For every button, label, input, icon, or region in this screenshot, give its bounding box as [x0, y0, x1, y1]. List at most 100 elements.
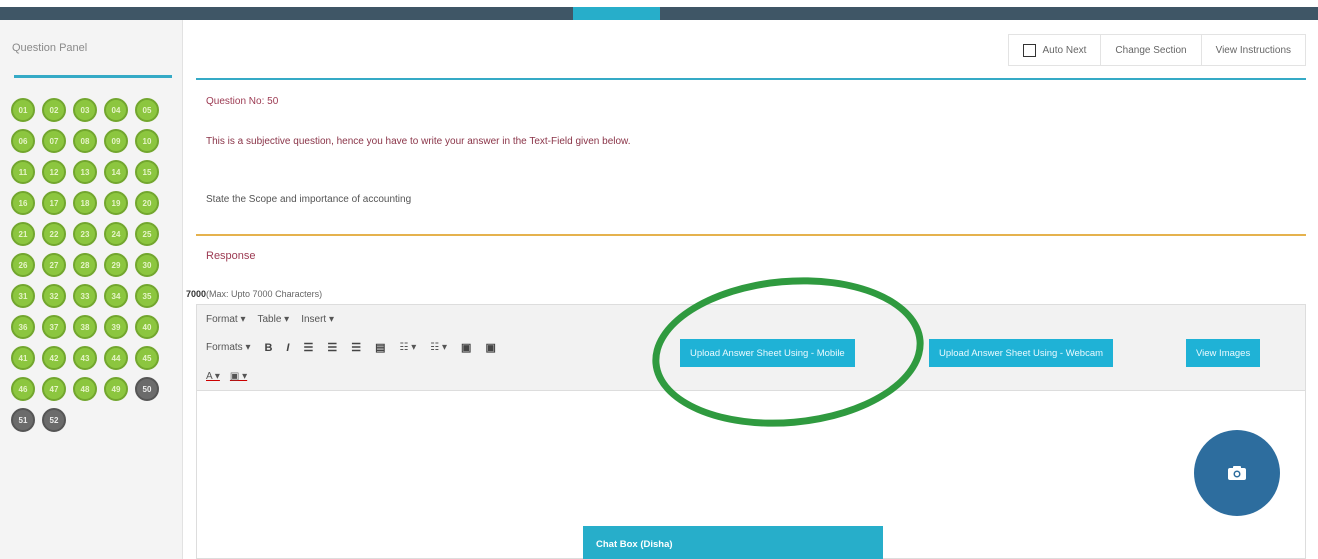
question-button[interactable]: 33	[73, 284, 97, 308]
question-button[interactable]: 36	[11, 315, 35, 339]
question-grid: 01 02 03 04 05 06 07 08 09 10 11 12 13 14 15 16 17 18 19 20…	[11, 98, 176, 439]
question-button[interactable]: 32	[42, 284, 66, 308]
character-counter: 7000(Max: Upto 7000 Characters)	[186, 289, 322, 299]
question-button[interactable]: 06	[11, 129, 35, 153]
question-button[interactable]: 09	[104, 129, 128, 153]
question-button[interactable]: 51	[11, 408, 35, 432]
auto-next-toggle[interactable]: Auto Next	[1007, 34, 1102, 66]
response-label: Response	[206, 250, 256, 262]
menu-format[interactable]: Format ▾	[206, 314, 245, 325]
question-button[interactable]: 12	[42, 160, 66, 184]
align-left-icon[interactable]: ☰	[303, 341, 313, 354]
indent-icon[interactable]: ▣	[485, 341, 495, 354]
question-button[interactable]: 17	[42, 191, 66, 215]
question-button[interactable]: 01	[11, 98, 35, 122]
auto-next-label: Auto Next	[1042, 44, 1087, 56]
question-button[interactable]: 39	[104, 315, 128, 339]
question-button[interactable]: 46	[11, 377, 35, 401]
question-button[interactable]: 35	[135, 284, 159, 308]
question-button[interactable]: 20	[135, 191, 159, 215]
question-button[interactable]: 26	[11, 253, 35, 277]
question-button[interactable]: 05	[135, 98, 159, 122]
chat-box-header[interactable]: Chat Box (Disha)	[583, 526, 883, 559]
question-button[interactable]: 50	[135, 377, 159, 401]
question-button[interactable]: 48	[73, 377, 97, 401]
background-color-icon[interactable]: ▣ ▾	[230, 371, 247, 382]
question-button[interactable]: 34	[104, 284, 128, 308]
question-button[interactable]: 03	[73, 98, 97, 122]
character-limit: (Max: Upto 7000 Characters)	[206, 289, 323, 299]
menu-table[interactable]: Table ▾	[257, 314, 289, 325]
format-row: Formats ▾ B I ☰ ☰ ☰ ▤ ☷ ▾ ☷ ▾ ▣ ▣	[206, 341, 496, 355]
panel-divider	[14, 75, 172, 78]
question-button[interactable]: 16	[11, 191, 35, 215]
question-button[interactable]: 41	[11, 346, 35, 370]
change-section-button[interactable]: Change Section	[1100, 34, 1202, 66]
main-area: Auto Next Change Section View Instructio…	[186, 20, 1306, 559]
question-button[interactable]: 49	[104, 377, 128, 401]
question-button[interactable]: 23	[73, 222, 97, 246]
question-button[interactable]: 31	[11, 284, 35, 308]
bullet-list-icon[interactable]: ☷ ▾	[400, 342, 417, 353]
question-button[interactable]: 21	[11, 222, 35, 246]
auto-next-checkbox[interactable]	[1022, 43, 1036, 57]
question-button[interactable]: 52	[42, 408, 66, 432]
question-button[interactable]: 18	[73, 191, 97, 215]
upload-mobile-button[interactable]: Upload Answer Sheet Using - Mobile	[680, 339, 855, 367]
color-row: A ▾ ▣ ▾	[206, 371, 247, 382]
question-button[interactable]: 44	[104, 346, 128, 370]
top-bar-accent	[573, 7, 660, 20]
question-panel: Question Panel 01 02 03 04 05 06 07 08 09 10 11 12 1…	[0, 20, 183, 559]
question-button[interactable]: 25	[135, 222, 159, 246]
question-button[interactable]: 29	[104, 253, 128, 277]
numbered-list-icon[interactable]: ☷ ▾	[430, 342, 447, 353]
camera-button[interactable]	[1194, 430, 1280, 516]
character-count: 7000	[186, 289, 207, 299]
editor-menubar: Format ▾ Table ▾ Insert ▾	[206, 314, 334, 325]
question-button[interactable]: 37	[42, 315, 66, 339]
question-button[interactable]: 30	[135, 253, 159, 277]
question-button[interactable]: 04	[104, 98, 128, 122]
question-button[interactable]: 15	[135, 160, 159, 184]
question-note: This is a subjective question, hence you…	[206, 136, 631, 147]
view-instructions-button[interactable]: View Instructions	[1200, 34, 1306, 66]
question-button[interactable]: 42	[42, 346, 66, 370]
response-divider	[196, 234, 1306, 236]
question-button[interactable]: 22	[42, 222, 66, 246]
question-button[interactable]: 24	[104, 222, 128, 246]
question-button[interactable]: 28	[73, 253, 97, 277]
question-number: Question No: 50	[206, 96, 279, 107]
bold-icon[interactable]: B	[264, 342, 272, 354]
formats-dropdown[interactable]: Formats ▾	[206, 342, 250, 353]
question-button[interactable]: 47	[42, 377, 66, 401]
align-center-icon[interactable]: ☰	[327, 341, 337, 354]
question-button[interactable]: 43	[73, 346, 97, 370]
question-divider	[196, 78, 1306, 80]
question-button[interactable]: 13	[73, 160, 97, 184]
question-button[interactable]: 19	[104, 191, 128, 215]
question-button[interactable]: 02	[42, 98, 66, 122]
question-button[interactable]: 38	[73, 315, 97, 339]
question-button[interactable]: 11	[11, 160, 35, 184]
answer-editor[interactable]: Format ▾ Table ▾ Insert ▾ Formats ▾ B I …	[196, 304, 1306, 559]
text-color-icon[interactable]: A ▾	[206, 371, 220, 382]
upload-webcam-button[interactable]: Upload Answer Sheet Using - Webcam	[929, 339, 1114, 367]
question-text: State the Scope and importance of accoun…	[206, 194, 412, 205]
view-images-button[interactable]: View Images	[1186, 339, 1261, 367]
editor-toolbar: Format ▾ Table ▾ Insert ▾ Formats ▾ B I …	[197, 305, 1305, 391]
align-justify-icon[interactable]: ▤	[375, 341, 385, 354]
question-button[interactable]: 08	[73, 129, 97, 153]
top-bar	[0, 7, 1318, 20]
italic-icon[interactable]: I	[286, 342, 289, 354]
question-button[interactable]: 14	[104, 160, 128, 184]
question-button[interactable]: 27	[42, 253, 66, 277]
question-button[interactable]: 07	[42, 129, 66, 153]
top-toolbar: Auto Next Change Section View Instructio…	[1007, 34, 1306, 66]
question-button[interactable]: 10	[135, 129, 159, 153]
align-right-icon[interactable]: ☰	[351, 341, 361, 354]
menu-insert[interactable]: Insert ▾	[301, 314, 334, 325]
question-panel-title: Question Panel	[12, 42, 88, 54]
question-button[interactable]: 45	[135, 346, 159, 370]
question-button[interactable]: 40	[135, 315, 159, 339]
outdent-icon[interactable]: ▣	[461, 341, 471, 354]
